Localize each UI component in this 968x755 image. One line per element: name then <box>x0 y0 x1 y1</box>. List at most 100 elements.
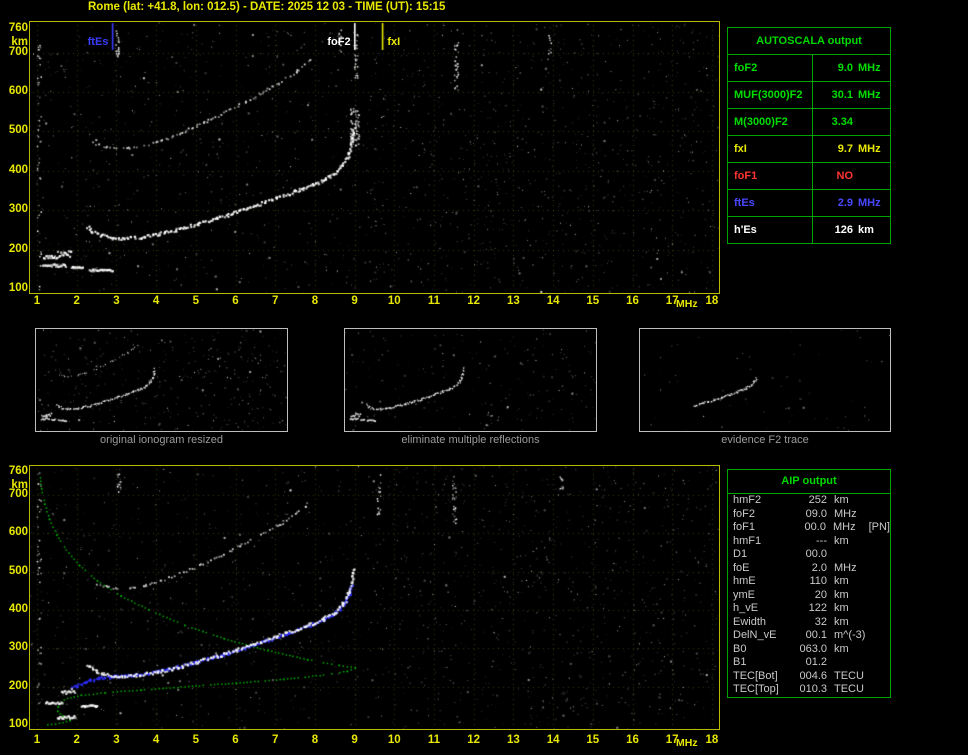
aip-value: 010.3 <box>799 683 827 695</box>
thumbnail-eliminate-reflections <box>344 328 597 432</box>
aip-note: [PN] <box>868 521 890 533</box>
aip-label: DelN_vE <box>733 629 777 641</box>
x-tick-label: 8 <box>311 734 319 746</box>
top-ionogram-canvas <box>29 21 720 294</box>
x-tick-label: 2 <box>73 734 80 746</box>
aip-unit: TECU <box>834 683 864 695</box>
aip-unit: km <box>834 602 849 614</box>
aip-label: B0 <box>733 642 747 655</box>
thumbnail-original-ionogram <box>35 328 288 432</box>
autoscala-value: 126 <box>834 224 853 236</box>
autoscala-unit: MHz <box>858 143 881 155</box>
aip-row-h_vE: h_vE 122 km <box>728 602 890 616</box>
autoscala-row-fxI: fxI 9.7 MHz <box>728 136 890 163</box>
aip-label: hmF2 <box>733 494 762 506</box>
aip-unit: km <box>834 588 849 601</box>
autoscala-value: 2.9 <box>837 197 853 209</box>
x-tick-label: 8 <box>311 295 319 307</box>
x-tick-label: 5 <box>192 734 199 746</box>
aip-row-foE: foE 2.0 MHz <box>728 562 890 576</box>
autoscala-row-h'Es: h'Es 126 km <box>728 217 890 243</box>
aip-note <box>868 602 890 616</box>
aip-table: AIP output hmF2 252 km foF2 09.0 MHz foF1 00.0 M… <box>727 469 891 698</box>
aip-note <box>868 643 890 657</box>
aip-label: hmF1 <box>733 534 762 547</box>
autoscala-unit: MHz <box>858 62 881 74</box>
x-tick-label: 4 <box>152 295 160 307</box>
aip-unit: MHz <box>834 561 857 574</box>
aip-value: 004.6 <box>799 669 827 682</box>
y-tick-label: 400 <box>8 163 28 176</box>
x-tick-label: 3 <box>113 734 120 746</box>
autoscala-row-foF2: foF2 9.0 MHz <box>728 55 890 82</box>
x-tick-label: 5 <box>192 295 199 307</box>
x-tick-label: 11 <box>427 734 441 746</box>
aip-row-DelN_vE: DelN_vE 00.1 m^(-3) <box>728 629 890 643</box>
x-tick-label: 14 <box>546 734 560 746</box>
aip-value: 110 <box>809 575 827 587</box>
autoscala-label: ftEs <box>728 190 813 216</box>
aip-unit: km <box>834 494 849 506</box>
autoscala-label: MUF(3000)F2 <box>728 82 813 108</box>
x-tick-label: 13 <box>506 734 520 746</box>
x-tick-label: 11 <box>427 295 441 307</box>
aip-note <box>868 670 890 684</box>
marker-label-ftEs: ftEs <box>87 36 109 48</box>
x-tick-label: 1 <box>33 295 41 307</box>
autoscala-label: M(3000)F2 <box>728 109 813 135</box>
autoscala-screen: Rome (lat: +41.8, lon: 012.5) - DATE: 20… <box>0 0 968 755</box>
aip-row-TEC[Top]: TEC[Top] 010.3 TECU <box>728 683 890 697</box>
aip-value: 252 <box>808 494 827 506</box>
y-axis-unit: km <box>11 35 28 48</box>
aip-note <box>868 535 890 549</box>
aip-unit: km <box>834 534 849 547</box>
aip-note <box>868 656 890 670</box>
aip-unit: km <box>834 615 849 628</box>
y-tick-label: 300 <box>8 641 28 654</box>
aip-note <box>868 589 890 603</box>
x-tick-label: 14 <box>546 295 560 307</box>
x-tick-label: 18 <box>705 734 719 746</box>
autoscala-table: AUTOSCALA output foF2 9.0 MHz MUF(3000)F2 30… <box>727 27 891 244</box>
autoscala-label: fxI <box>728 136 813 162</box>
y-tick-label: 200 <box>8 242 28 255</box>
aip-label: foE <box>733 561 750 574</box>
x-tick-label: 12 <box>467 295 481 307</box>
aip-row-hmF2: hmF2 252 km <box>728 494 890 508</box>
aip-label: ymE <box>733 588 755 601</box>
aip-row-B0: B0 063.0 km <box>728 643 890 657</box>
aip-note <box>868 562 890 576</box>
y-tick-label: 100 <box>8 282 28 294</box>
aip-value: 01.2 <box>805 656 827 668</box>
x-tick-label: 6 <box>232 295 239 307</box>
aip-row-TEC[Bot]: TEC[Bot] 004.6 TECU <box>728 670 890 684</box>
x-tick-label: 1 <box>33 734 41 746</box>
autoscala-value: 9.0 <box>837 62 853 74</box>
aip-value: 122 <box>808 602 827 614</box>
y-tick-label: 500 <box>8 564 28 577</box>
aip-value: 09.0 <box>805 507 827 520</box>
aip-unit: TECU <box>834 669 864 682</box>
aip-row-D1: D1 00.0 <box>728 548 890 562</box>
autoscala-row-foF1: foF1 NO <box>728 163 890 190</box>
aip-note <box>868 629 890 643</box>
autoscala-value: NO <box>836 170 854 182</box>
autoscala-label: h'Es <box>728 217 813 243</box>
autoscala-label: foF2 <box>728 55 813 81</box>
aip-row-B1: B1 01.2 <box>728 656 890 670</box>
autoscala-unit: MHz <box>858 197 881 209</box>
aip-value: 063.0 <box>799 642 827 655</box>
x-tick-label: 3 <box>113 295 120 307</box>
aip-label: B1 <box>733 656 747 668</box>
aip-value: 2.0 <box>811 561 827 574</box>
aip-unit <box>827 548 868 562</box>
autoscala-unit: km <box>858 224 874 236</box>
x-tick-label: 7 <box>271 295 279 307</box>
x-tick-label: 2 <box>73 295 80 307</box>
autoscala-table-rows: foF2 9.0 MHz MUF(3000)F2 30.1 MHz M(3000)F2 3.3… <box>728 55 890 243</box>
autoscala-unit <box>853 163 890 189</box>
x-tick-label: 9 <box>351 295 358 307</box>
x-tick-label: 10 <box>387 295 401 307</box>
x-tick-label: 10 <box>387 734 401 746</box>
aip-unit <box>827 656 868 670</box>
